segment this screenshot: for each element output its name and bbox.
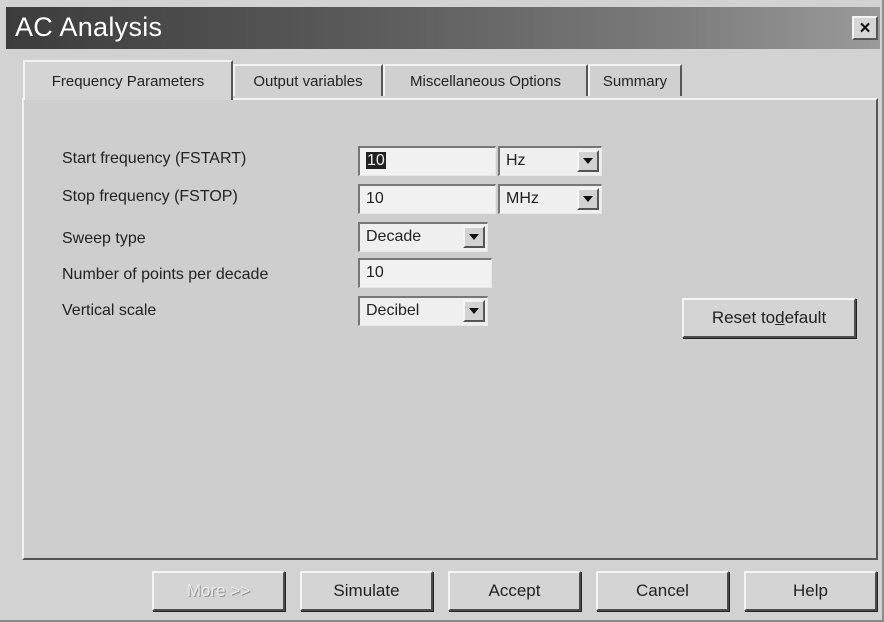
tab-label: Output variables [253,72,363,90]
points-per-decade-input[interactable]: 10 [358,258,492,288]
stop-frequency-unit-value: MHz [506,190,539,207]
sweep-type-value: Decade [366,228,422,245]
reset-label-accelerator: d [775,308,785,327]
tab-miscellaneous-options[interactable]: Miscellaneous Options [383,64,588,96]
chevron-down-icon[interactable] [463,226,485,248]
tab-output-variables[interactable]: Output variables [233,64,383,96]
start-frequency-value: 10 [366,152,386,169]
tab-label: Frequency Parameters [51,72,205,90]
vertical-scale-label: Vertical scale [62,302,157,319]
tab-frequency-parameters[interactable]: Frequency Parameters [23,60,233,100]
sweep-type-select[interactable]: Decade [358,222,488,252]
sweep-type-label: Sweep type [62,230,146,247]
stop-frequency-label: Stop frequency (FSTOP) [62,188,238,205]
close-icon: × [859,17,871,39]
start-frequency-unit-value: Hz [506,152,526,169]
start-frequency-label: Start frequency (FSTART) [62,150,247,167]
stop-frequency-input[interactable]: 10 [358,184,496,214]
chevron-down-icon[interactable] [463,300,485,322]
start-frequency-unit-select[interactable]: Hz [498,146,602,176]
start-frequency-input[interactable]: 10 [358,146,496,176]
accept-button[interactable]: Accept [448,571,581,611]
vertical-scale-select[interactable]: Decibel [358,296,488,326]
simulate-button[interactable]: Simulate [300,571,433,611]
title-bar[interactable]: AC Analysis × [6,7,880,49]
tab-summary[interactable]: Summary [588,64,682,96]
stop-frequency-unit-select[interactable]: MHz [498,184,602,214]
cancel-button[interactable]: Cancel [596,571,729,611]
help-button-label: Help [793,581,828,600]
window-title: AC Analysis [15,12,163,42]
chevron-down-icon[interactable] [577,150,599,172]
frequency-parameters-panel: Start frequency (FSTART) 10 Hz Stop freq… [22,98,878,560]
more-button-label: More >> [186,581,251,600]
more-button[interactable]: More >> [152,571,285,611]
close-button[interactable]: × [852,16,878,40]
simulate-button-label: Simulate [333,581,400,600]
reset-to-default-button[interactable]: Reset to d efault [682,298,856,338]
reset-label-suffix: efault [784,308,827,327]
help-button[interactable]: Help [744,571,877,611]
points-per-decade-value: 10 [366,264,384,281]
vertical-scale-value: Decibel [366,302,420,319]
stop-frequency-value: 10 [366,190,384,207]
chevron-down-icon[interactable] [577,188,599,210]
tab-label: Summary [602,72,668,90]
cancel-button-label: Cancel [636,581,689,600]
points-per-decade-label: Number of points per decade [62,266,269,283]
reset-label-prefix: Reset to [711,308,776,327]
ac-analysis-dialog: AC Analysis × Frequency Parameters Outpu… [0,0,884,622]
accept-button-label: Accept [488,581,541,600]
tab-label: Miscellaneous Options [410,72,561,90]
